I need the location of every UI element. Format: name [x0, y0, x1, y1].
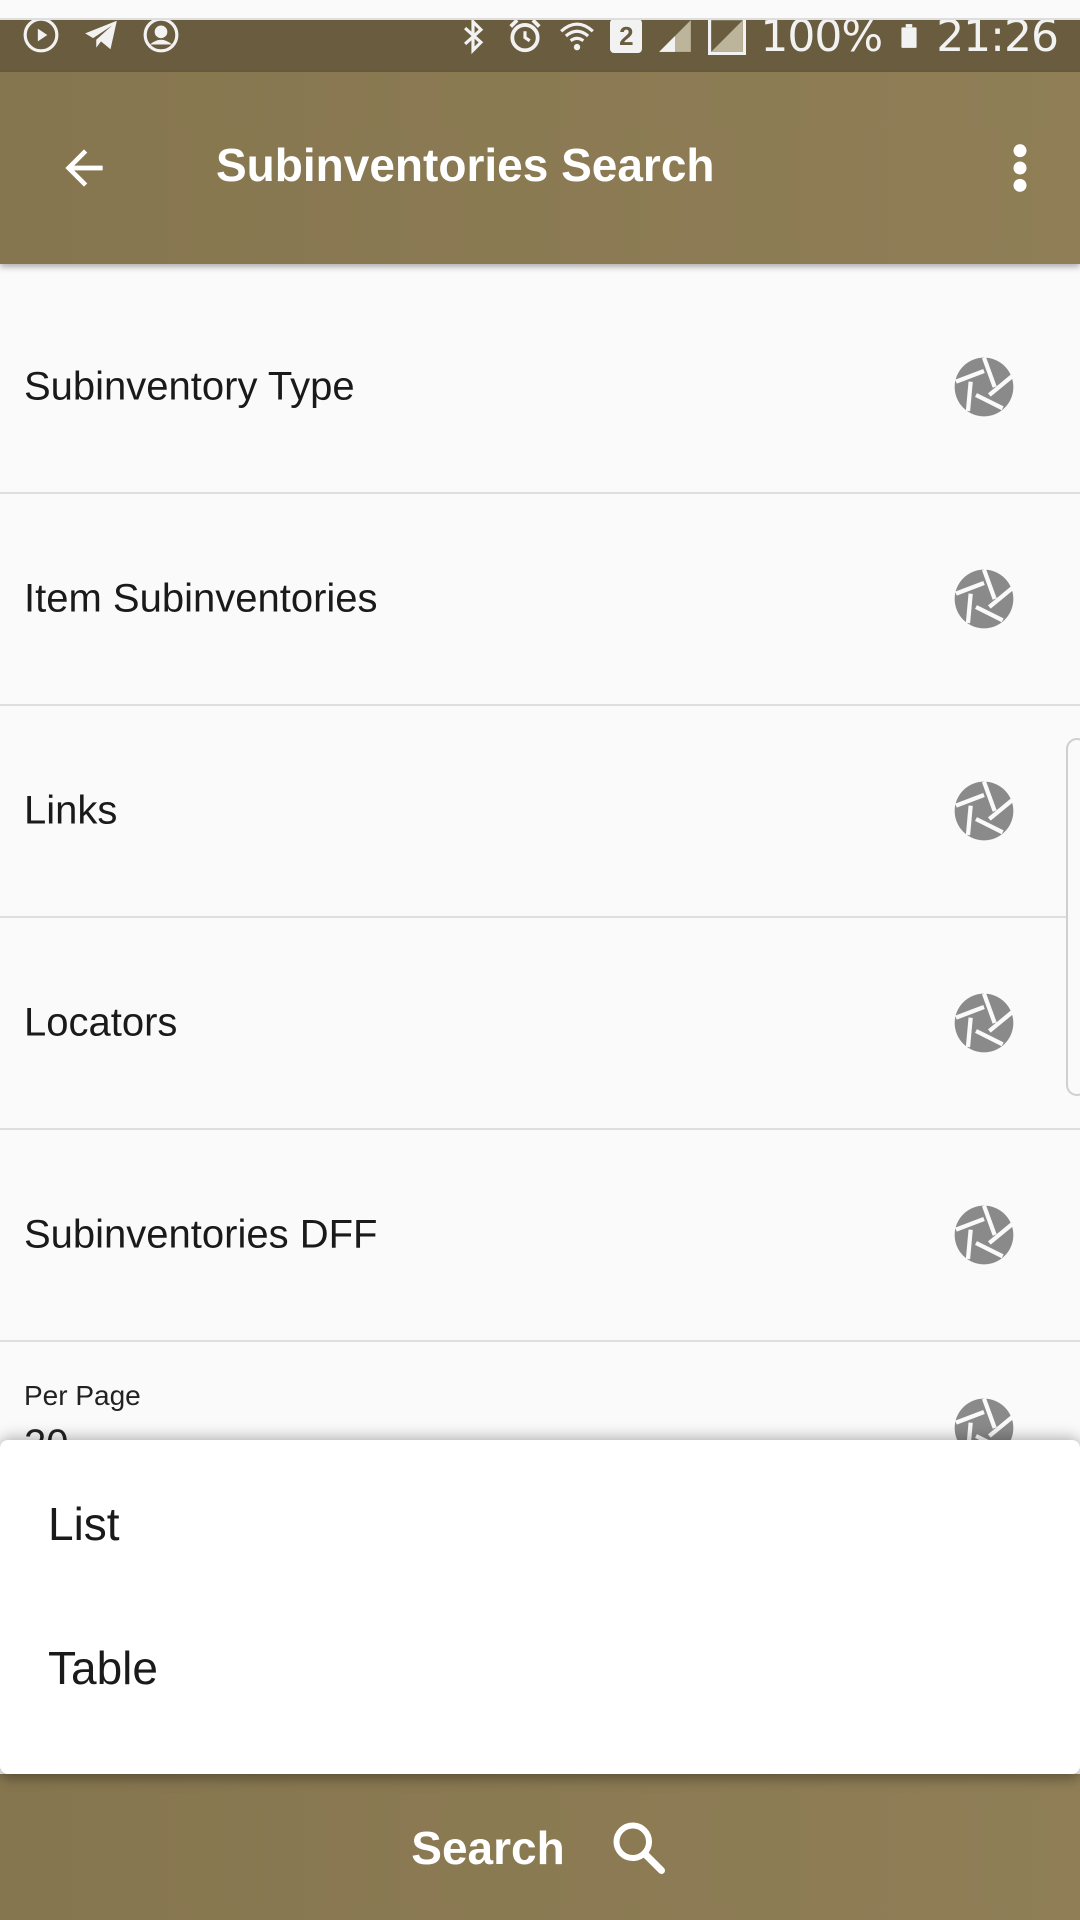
bottom-bar: Search: [0, 1774, 1080, 1920]
page-title: Subinventories Search: [216, 139, 715, 191]
list-row-links[interactable]: Links: [0, 706, 1080, 918]
aperture-icon[interactable]: [952, 567, 1016, 631]
row-label: Locators: [24, 1000, 178, 1045]
row-label: Links: [24, 788, 118, 833]
battery-icon: [901, 24, 917, 48]
row-label: Subinventory Type: [24, 364, 355, 409]
menu-item-table[interactable]: Table: [0, 1598, 1080, 1738]
overflow-menu-button[interactable]: [988, 124, 1052, 212]
telegram-icon: [85, 20, 117, 50]
menu-item-list[interactable]: List: [0, 1454, 1080, 1594]
aperture-icon[interactable]: [952, 779, 1016, 843]
bluetooth-icon: [464, 17, 484, 55]
per-page-label: Per Page: [24, 1380, 141, 1411]
search-button-label: Search: [411, 1822, 565, 1874]
list-row-subinventory-type[interactable]: Subinventory Type: [0, 282, 1080, 494]
search-icon: [613, 1822, 665, 1874]
menu-item-label: Table: [48, 1642, 158, 1694]
arrow-back-icon: [65, 149, 103, 187]
search-button[interactable]: Search: [380, 1804, 700, 1892]
aperture-icon[interactable]: [952, 1203, 1016, 1267]
aperture-icon[interactable]: [952, 355, 1016, 419]
signal-icon: [659, 20, 692, 52]
list-row-subinventories-dff[interactable]: Subinventories DFF: [0, 1130, 1080, 1342]
menu-item-label: List: [48, 1498, 120, 1550]
list-row-item-subinventories[interactable]: Item Subinventories: [0, 494, 1080, 706]
sim-badge: 2: [610, 19, 643, 53]
list-row-locators[interactable]: Locators: [0, 918, 1080, 1130]
row-label: Subinventories DFF: [24, 1212, 378, 1257]
signal-roaming-icon: [708, 17, 747, 55]
back-button[interactable]: [40, 124, 128, 212]
list-top-divider: [0, 0, 1080, 20]
wifi-icon: [560, 22, 595, 51]
row-label: Item Subinventories: [24, 576, 378, 621]
scroll-handle[interactable]: [1066, 738, 1080, 1096]
account-icon: [143, 17, 179, 53]
app-bar: Subinventories Search: [0, 72, 1080, 264]
aperture-icon[interactable]: [952, 991, 1016, 1055]
alarm-icon: [509, 18, 541, 53]
media-icon: [23, 17, 59, 53]
more-vert-icon: [1013, 144, 1027, 192]
view-mode-popup-menu: List Table: [0, 1440, 1080, 1774]
